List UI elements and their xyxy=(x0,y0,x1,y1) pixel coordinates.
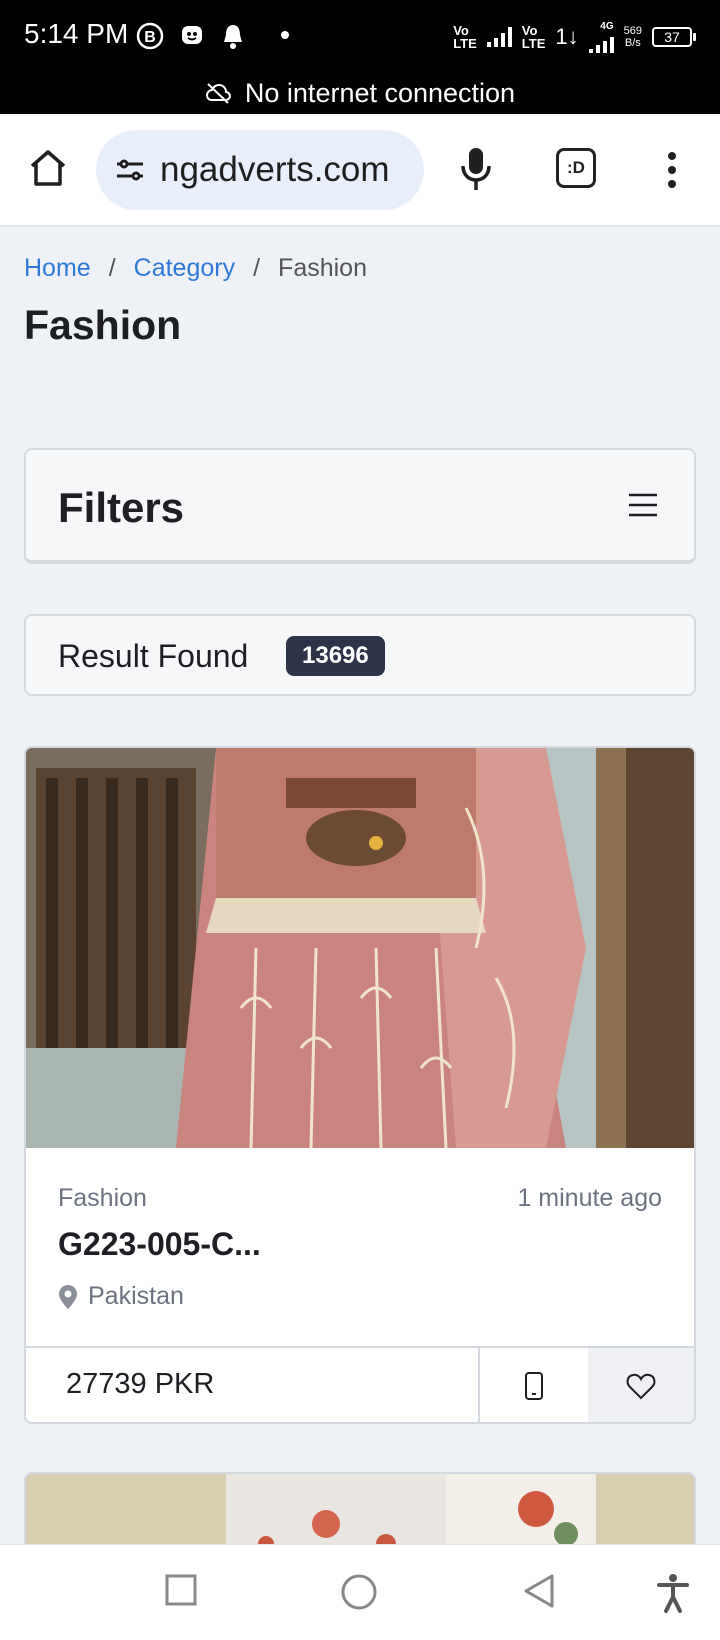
battery-icon: 37 xyxy=(652,26,696,47)
hamburger-menu-icon[interactable] xyxy=(628,492,658,518)
app-notification-icon xyxy=(182,26,202,44)
status-time: 5:14 PM xyxy=(24,18,129,49)
more-options-icon[interactable] xyxy=(660,150,684,190)
listing-location: Pakistan xyxy=(58,1282,184,1311)
location-pin-icon xyxy=(59,1284,77,1309)
result-count-badge: 13696 xyxy=(286,636,385,676)
listing-category: Fashion xyxy=(58,1184,147,1212)
breadcrumb: Home / Category / Fashion xyxy=(24,254,367,283)
volte-2: Vo LTE xyxy=(521,22,546,51)
filters-label: Filters xyxy=(58,484,185,531)
signal-2-icon: 4G xyxy=(588,20,614,53)
listing-card[interactable]: Fashion 1 minute ago G223-005-C... Pakis… xyxy=(24,746,696,1424)
back-nav-icon[interactable] xyxy=(522,1573,556,1609)
data-arrows-icon: 1↓ xyxy=(555,24,579,49)
microphone-icon[interactable] xyxy=(458,146,494,192)
listing-title[interactable]: G223-005-C... xyxy=(58,1226,261,1263)
breadcrumb-separator: / xyxy=(108,254,116,282)
extension-button[interactable]: :D xyxy=(556,148,596,188)
system-navigation-bar xyxy=(0,1544,720,1640)
offline-banner: No internet connection xyxy=(0,72,720,114)
status-indicators: Vo LTE Vo LTE 1↓ 4G 569 B/s 37 xyxy=(453,20,696,53)
b-badge-icon: B xyxy=(136,22,164,50)
breadcrumb-current: Fashion xyxy=(278,254,367,282)
result-count-box: Result Found 13696 xyxy=(24,614,696,696)
listing-price: 27739 PKR xyxy=(66,1368,215,1400)
listing-photo-next[interactable] xyxy=(26,1474,696,1552)
call-button[interactable] xyxy=(478,1348,588,1422)
mobile-phone-icon xyxy=(525,1372,543,1400)
address-bar[interactable]: ngadverts.com xyxy=(96,130,424,210)
volte-1: Vo LTE xyxy=(453,22,477,51)
listing-footer: 27739 PKR xyxy=(26,1346,694,1422)
home-icon[interactable] xyxy=(28,148,68,188)
cloud-off-icon xyxy=(205,83,231,104)
bell-icon xyxy=(224,25,242,49)
favorite-button[interactable] xyxy=(588,1348,694,1422)
signal-1-icon xyxy=(486,26,512,47)
home-nav-icon[interactable] xyxy=(340,1573,378,1611)
listing-posted-time: 1 minute ago xyxy=(517,1184,662,1212)
url-text[interactable]: ngadverts.com xyxy=(160,150,390,190)
net-speed: 569 B/s xyxy=(623,24,642,49)
breadcrumb-category-link[interactable]: Category xyxy=(134,254,235,283)
listing-location-text: Pakistan xyxy=(88,1282,184,1310)
site-settings-icon[interactable] xyxy=(114,154,146,186)
result-found-label: Result Found xyxy=(58,638,249,674)
breadcrumb-separator: / xyxy=(253,254,261,282)
accessibility-icon[interactable] xyxy=(656,1573,690,1613)
offline-text: No internet connection xyxy=(244,77,516,108)
listing-card-next[interactable] xyxy=(24,1472,696,1552)
dot-icon xyxy=(281,31,289,39)
status-bar: 5:14 PM B Vo LTE Vo LTE 1↓ 4G 569 B/s 37 xyxy=(0,0,720,72)
recent-apps-icon[interactable] xyxy=(164,1573,198,1607)
browser-toolbar: ngadverts.com :D xyxy=(0,114,720,227)
filters-panel-toggle[interactable]: Filters xyxy=(24,448,696,564)
svg-text:B: B xyxy=(144,29,156,46)
heart-icon xyxy=(626,1373,656,1400)
page-title: Fashion xyxy=(24,302,182,348)
breadcrumb-home-link[interactable]: Home xyxy=(24,254,91,283)
listing-photo[interactable] xyxy=(26,748,694,1148)
